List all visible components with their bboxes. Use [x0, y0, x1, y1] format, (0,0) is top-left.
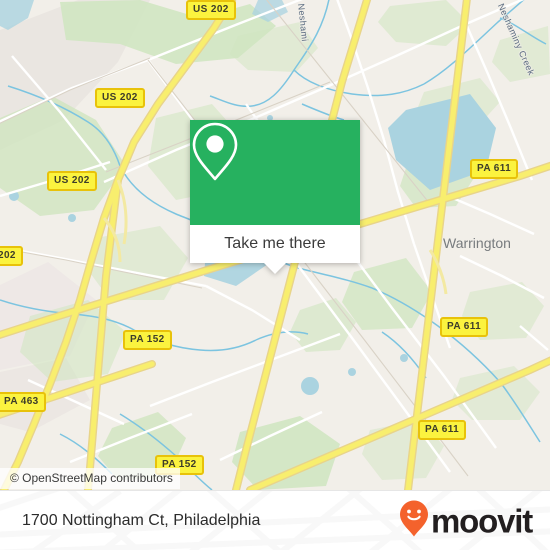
callout-tail-icon	[264, 263, 286, 274]
road-shield: US 202	[186, 0, 236, 20]
map-attribution[interactable]: © OpenStreetMap contributors	[0, 468, 180, 489]
address-label: 1700 Nottingham Ct, Philadelphia	[22, 511, 261, 529]
map-canvas[interactable]: US 202 US 202 US 202 202 PA 611 PA 611 P…	[0, 0, 550, 490]
moovit-wordmark: moovit	[431, 502, 533, 539]
moovit-logo[interactable]: moovit	[399, 499, 533, 542]
road-shield: PA 152	[123, 330, 172, 350]
road-shield: US 202	[95, 88, 145, 108]
moovit-pin-icon	[399, 499, 429, 542]
road-shield: PA 611	[440, 317, 489, 337]
road-shield: 202	[0, 246, 23, 266]
destination-callout[interactable]: Take me there	[190, 120, 360, 274]
callout-pin-panel	[190, 120, 360, 225]
footer-bar: 1700 Nottingham Ct, Philadelphia moovit	[0, 490, 550, 550]
road-shield: PA 611	[470, 159, 519, 179]
take-me-there-label: Take me there	[224, 235, 326, 252]
road-shield: PA 611	[418, 420, 467, 440]
take-me-there-button[interactable]: Take me there	[190, 225, 360, 274]
map-screenshot: US 202 US 202 US 202 202 PA 611 PA 611 P…	[0, 0, 550, 550]
place-label-warrington: Warrington	[443, 235, 511, 251]
road-shield: US 202	[47, 171, 97, 191]
road-shield: PA 463	[0, 392, 46, 412]
